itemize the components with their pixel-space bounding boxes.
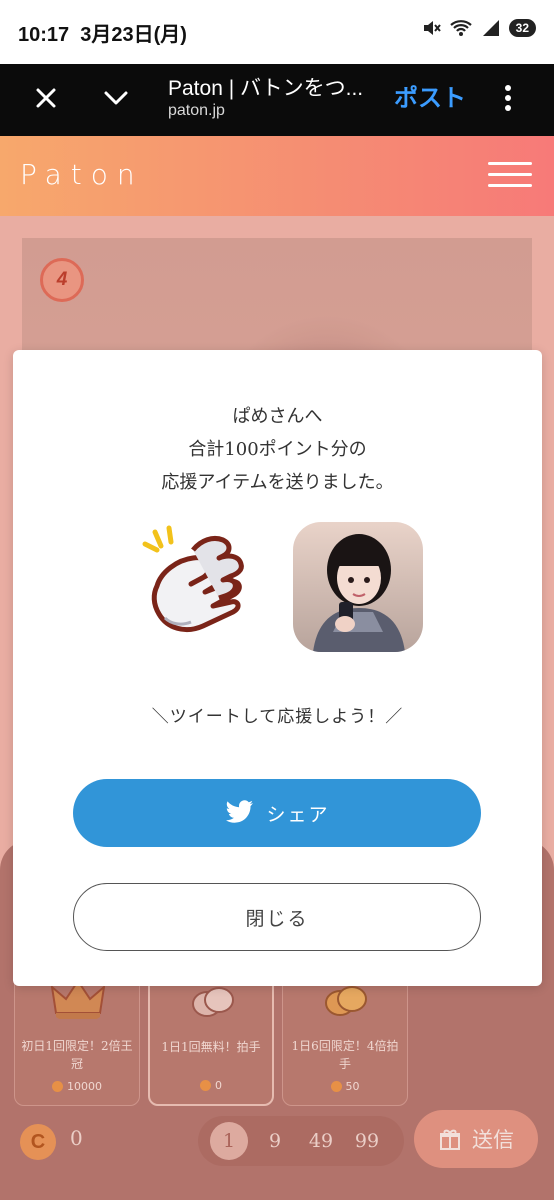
dialog-message-line-3: 応援アイテムを送りました。 (161, 472, 394, 493)
page-url: paton.jp (168, 102, 225, 119)
browser-toolbar: Paton | バトンをつ... paton.jp ポスト (0, 64, 554, 136)
signal-icon (482, 20, 499, 36)
site-logo[interactable]: Paton (20, 158, 144, 191)
status-icons: 32 (421, 18, 536, 38)
chevron-down-icon[interactable] (100, 82, 132, 114)
close-icon[interactable] (30, 82, 62, 114)
support-complete-dialog: ぱめさんへ 合計100ポイント分の 応援アイテムを送りました。 ＼ツイートして応… (13, 350, 542, 986)
clock: 10:17 (18, 24, 70, 46)
menu-icon[interactable] (488, 162, 532, 190)
share-button[interactable]: シェア (73, 779, 481, 847)
close-button[interactable]: 閉じる (73, 883, 481, 951)
share-label: シェア (266, 803, 330, 826)
page-title: Paton | バトンをつ... (168, 77, 364, 100)
mute-icon (423, 21, 441, 35)
post-button[interactable]: ポスト (394, 78, 466, 113)
dialog-message-line-1: ぱめさんへ (232, 406, 323, 427)
twitter-bird-icon (226, 800, 254, 823)
site-header: Paton (0, 136, 554, 216)
dialog-message: ぱめさんへ 合計100ポイント分の 応援アイテムを送りました。 (13, 400, 542, 499)
battery-indicator: 32 (508, 19, 536, 37)
wifi-icon (449, 20, 472, 36)
more-vertical-icon[interactable] (500, 82, 516, 114)
clap-icon (142, 525, 244, 632)
date: 3月23日(月) (80, 24, 187, 46)
dialog-message-line-2: 合計100ポイント分の (188, 439, 367, 460)
status-bar: 10:17 3月23日(月) 32 (0, 0, 554, 64)
tweet-cta-text: ＼ツイートして応援しよう！／ (151, 707, 404, 727)
status-time: 10:17 3月23日(月) (18, 18, 187, 47)
recipient-avatar (293, 522, 423, 652)
